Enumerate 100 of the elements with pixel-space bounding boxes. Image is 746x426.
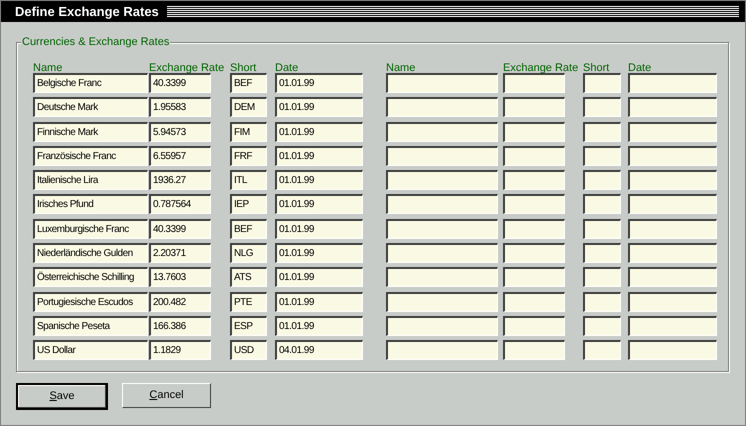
name-field[interactable]: [386, 146, 498, 166]
short-field[interactable]: [583, 316, 621, 336]
short-field[interactable]: IEP: [230, 194, 267, 214]
rate-field[interactable]: 5.94573: [149, 122, 211, 142]
short-field[interactable]: [583, 73, 621, 93]
name-field[interactable]: [386, 340, 498, 360]
rate-field[interactable]: [503, 218, 565, 239]
rate-field[interactable]: 13.7603: [149, 267, 211, 288]
short-field[interactable]: [583, 243, 621, 264]
rate-field[interactable]: [503, 316, 565, 336]
name-field[interactable]: [386, 243, 498, 264]
rate-field[interactable]: 2.20371: [149, 243, 211, 264]
short-field[interactable]: NLG: [230, 243, 267, 264]
short-field[interactable]: [583, 218, 621, 239]
name-field[interactable]: [386, 218, 498, 239]
date-field[interactable]: 01.01.99: [275, 243, 363, 264]
name-field[interactable]: Niederländische Gulden: [33, 243, 148, 264]
date-field[interactable]: 01.01.99: [275, 316, 363, 336]
name-field[interactable]: [386, 292, 498, 312]
date-field[interactable]: [628, 316, 717, 336]
date-field[interactable]: 01.01.99: [275, 97, 363, 118]
short-field[interactable]: [583, 122, 621, 142]
date-field[interactable]: [628, 292, 717, 312]
short-field[interactable]: [583, 170, 621, 190]
rate-field[interactable]: 1.95583: [149, 97, 211, 118]
short-field[interactable]: FIM: [230, 122, 267, 142]
rate-field[interactable]: 200.482: [149, 292, 211, 312]
date-field[interactable]: [628, 340, 717, 360]
name-field[interactable]: US Dollar: [33, 340, 148, 360]
name-field[interactable]: Italienische Lira: [33, 170, 148, 190]
short-field[interactable]: [583, 340, 621, 360]
rate-field[interactable]: 166.386: [149, 316, 211, 336]
name-field[interactable]: [386, 170, 498, 190]
short-field[interactable]: ITL: [230, 170, 267, 190]
short-field[interactable]: [583, 194, 621, 214]
date-field[interactable]: [628, 170, 717, 190]
rate-field[interactable]: [503, 122, 565, 142]
name-field[interactable]: Französische Franc: [33, 146, 148, 166]
rate-field[interactable]: [503, 292, 565, 312]
rate-field[interactable]: 1936.27: [149, 170, 211, 190]
name-field[interactable]: [386, 316, 498, 336]
date-field[interactable]: 01.01.99: [275, 73, 363, 93]
short-field[interactable]: FRF: [230, 146, 267, 166]
rate-field[interactable]: [503, 267, 565, 288]
date-field[interactable]: 01.01.99: [275, 267, 363, 288]
date-field[interactable]: 04.01.99: [275, 340, 363, 360]
rate-field[interactable]: [503, 194, 565, 214]
name-field[interactable]: [386, 97, 498, 118]
rate-field[interactable]: [503, 340, 565, 360]
name-field[interactable]: Deutsche Mark: [33, 97, 148, 118]
rate-field[interactable]: 40.3399: [149, 218, 211, 239]
name-field[interactable]: Irisches Pfund: [33, 194, 148, 214]
column-header: Short: [583, 62, 610, 74]
rate-field[interactable]: [503, 97, 565, 118]
date-field[interactable]: 01.01.99: [275, 146, 363, 166]
date-field[interactable]: 01.01.99: [275, 194, 363, 214]
short-field[interactable]: ATS: [230, 267, 267, 288]
short-field[interactable]: USD: [230, 340, 267, 360]
date-field[interactable]: [628, 194, 717, 214]
name-field[interactable]: Spanische Peseta: [33, 316, 148, 336]
window-title: Define Exchange Rates: [15, 2, 159, 21]
short-field[interactable]: [583, 267, 621, 288]
date-field[interactable]: [628, 122, 717, 142]
date-field[interactable]: 01.01.99: [275, 122, 363, 142]
date-field[interactable]: [628, 97, 717, 118]
name-field[interactable]: [386, 122, 498, 142]
date-field[interactable]: [628, 267, 717, 288]
short-field[interactable]: DEM: [230, 97, 267, 118]
date-field[interactable]: [628, 146, 717, 166]
name-field[interactable]: Österreichische Schilling: [33, 267, 148, 288]
date-field[interactable]: [628, 243, 717, 264]
date-field[interactable]: [628, 73, 717, 93]
rate-field[interactable]: 6.55957: [149, 146, 211, 166]
short-field[interactable]: [583, 292, 621, 312]
name-field[interactable]: [386, 267, 498, 288]
name-field[interactable]: Belgische Franc: [33, 73, 148, 93]
date-field[interactable]: 01.01.99: [275, 170, 363, 190]
short-field[interactable]: BEF: [230, 218, 267, 239]
name-field[interactable]: Portugiesische Escudos: [33, 292, 148, 312]
name-field[interactable]: Finnische Mark: [33, 122, 148, 142]
rate-field[interactable]: [503, 243, 565, 264]
rate-field[interactable]: 0.787564: [149, 194, 211, 214]
short-field[interactable]: PTE: [230, 292, 267, 312]
date-field[interactable]: [628, 218, 717, 239]
short-field[interactable]: BEF: [230, 73, 267, 93]
short-field[interactable]: ESP: [230, 316, 267, 336]
cancel-button[interactable]: Cancel: [122, 383, 211, 408]
date-field[interactable]: 01.01.99: [275, 218, 363, 239]
short-field[interactable]: [583, 97, 621, 118]
date-field[interactable]: 01.01.99: [275, 292, 363, 312]
short-field[interactable]: [583, 146, 621, 166]
rate-field[interactable]: [503, 170, 565, 190]
rate-field[interactable]: [503, 73, 565, 93]
name-field[interactable]: Luxemburgische Franc: [33, 218, 148, 239]
name-field[interactable]: [386, 194, 498, 214]
name-field[interactable]: [386, 73, 498, 93]
rate-field[interactable]: 1.1829: [149, 340, 211, 360]
save-button[interactable]: Save: [16, 383, 108, 410]
rate-field[interactable]: [503, 146, 565, 166]
rate-field[interactable]: 40.3399: [149, 73, 211, 93]
